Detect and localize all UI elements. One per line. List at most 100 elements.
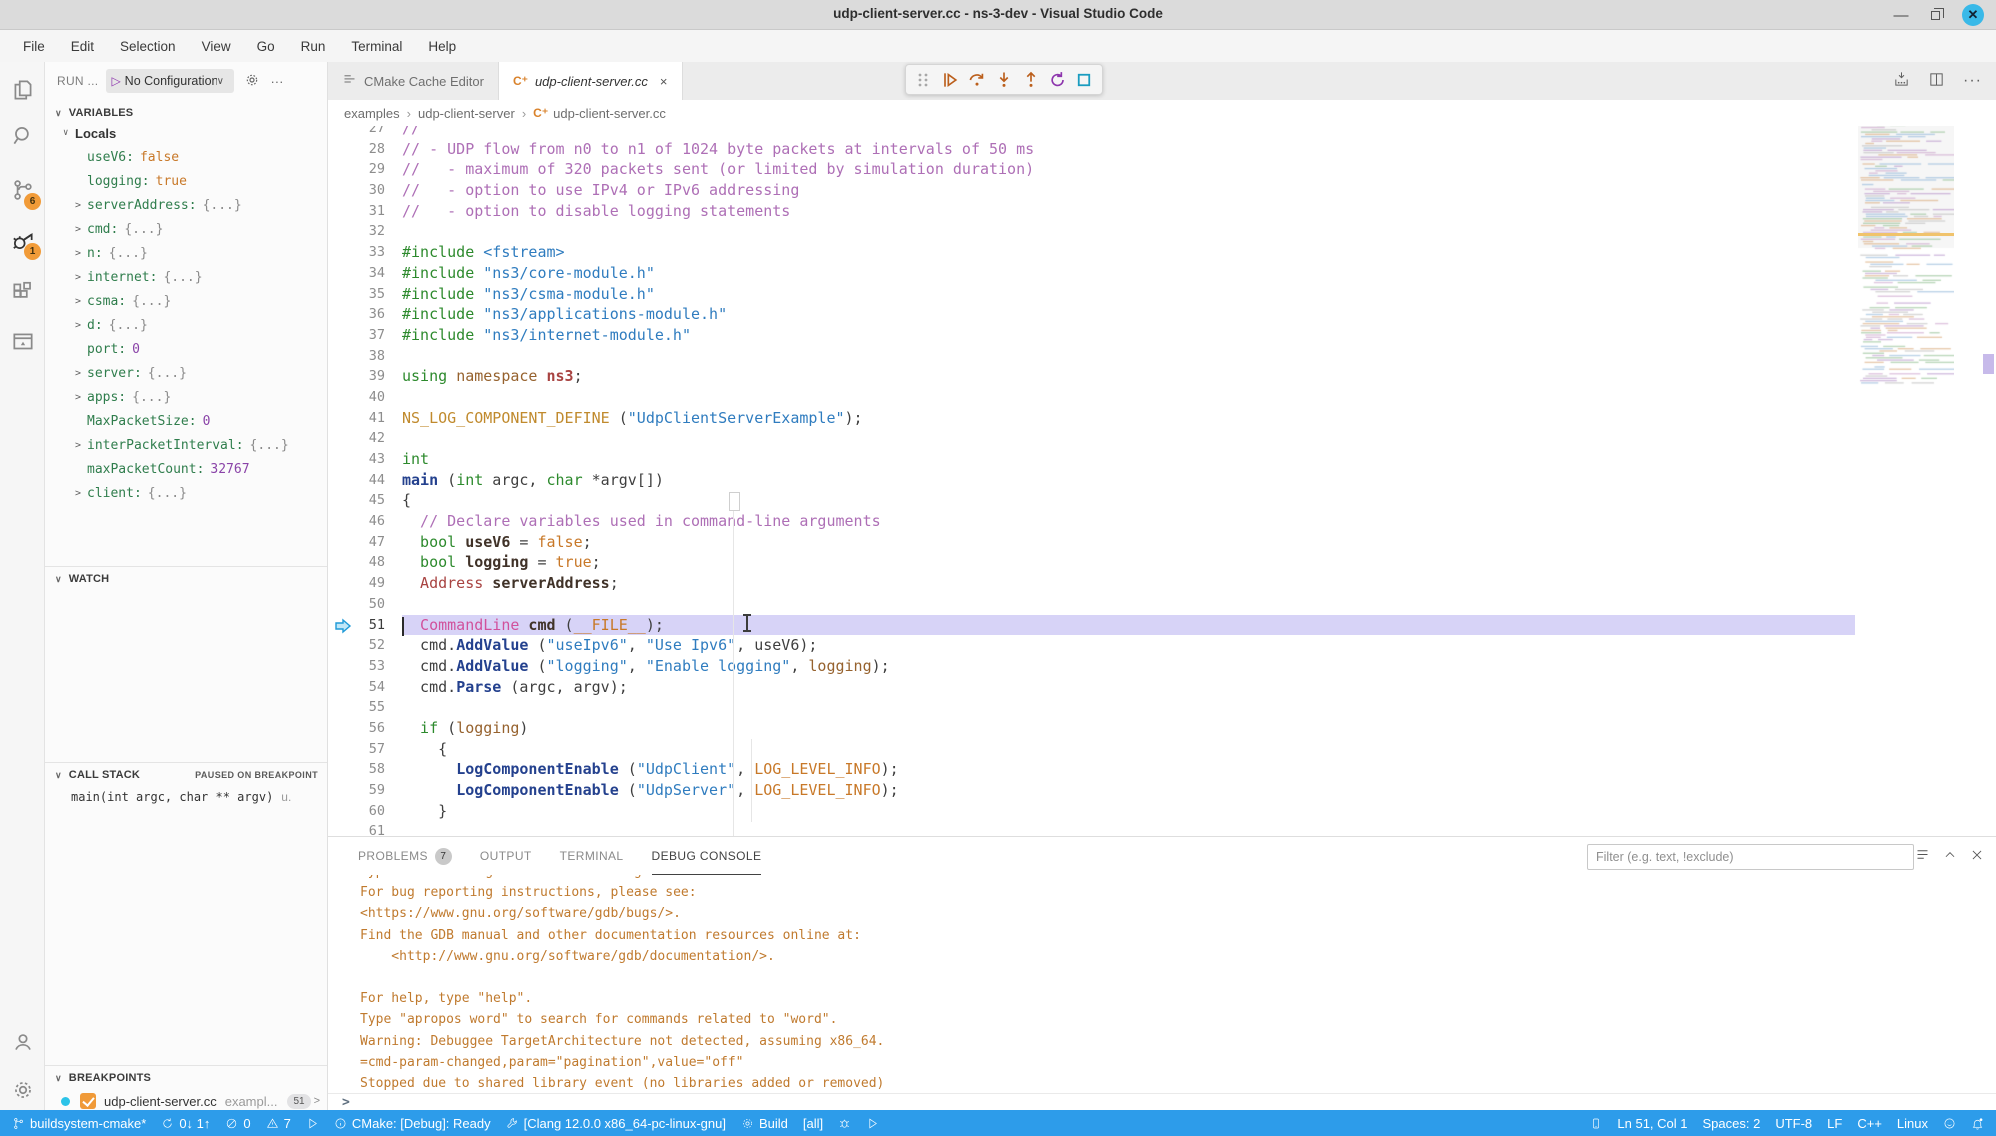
line-number[interactable]: 30 bbox=[328, 180, 385, 201]
line-number[interactable]: 60 bbox=[328, 801, 385, 822]
code-line-41[interactable]: 41NS_LOG_COMPONENT_DEFINE ("UdpClientSer… bbox=[328, 408, 1996, 429]
line-number[interactable]: 47 bbox=[328, 532, 385, 553]
sidebar-item-extensions[interactable] bbox=[0, 270, 45, 314]
status-play[interactable] bbox=[866, 1117, 879, 1130]
code-line-39[interactable]: 39using namespace ns3; bbox=[328, 366, 1996, 387]
status-bug[interactable] bbox=[838, 1117, 851, 1130]
line-number[interactable]: 32 bbox=[328, 221, 385, 242]
status-utf-8[interactable]: UTF-8 bbox=[1775, 1116, 1812, 1131]
menu-item-selection[interactable]: Selection bbox=[109, 35, 187, 58]
tab-terminal[interactable]: TERMINAL bbox=[560, 837, 624, 875]
variable-row-n[interactable]: >n:{...} bbox=[45, 241, 328, 265]
code-line-28[interactable]: 28// - UDP flow from n0 to n1 of 1024 by… bbox=[328, 139, 1996, 160]
status-lf[interactable]: LF bbox=[1827, 1116, 1842, 1131]
menu-item-help[interactable]: Help bbox=[417, 35, 467, 58]
status-info[interactable]: CMake: [Debug]: Ready bbox=[334, 1116, 491, 1131]
line-number[interactable]: 41 bbox=[328, 408, 385, 429]
line-number[interactable]: 53 bbox=[328, 656, 385, 677]
restore-button[interactable] bbox=[1924, 4, 1946, 26]
code-line-44[interactable]: 44main (int argc, char *argv[]) bbox=[328, 470, 1996, 491]
tab-debug-console[interactable]: DEBUG CONSOLE bbox=[652, 837, 762, 875]
debug-continue-button[interactable] bbox=[938, 68, 962, 92]
line-number[interactable]: 33 bbox=[328, 242, 385, 263]
tab-udp-client-server[interactable]: C⁺ udp-client-server.cc × bbox=[499, 62, 683, 100]
breadcrumb-file[interactable]: udp-client-server.cc bbox=[553, 106, 666, 121]
breakpoint-checkbox[interactable] bbox=[80, 1093, 96, 1109]
variables-scope-locals[interactable]: ∨Locals bbox=[45, 121, 328, 145]
line-number[interactable]: 58 bbox=[328, 759, 385, 780]
clear-console-icon[interactable] bbox=[1915, 847, 1930, 865]
code-line-34[interactable]: 34#include "ns3/core-module.h" bbox=[328, 263, 1996, 284]
code-line-33[interactable]: 33#include <fstream> bbox=[328, 242, 1996, 263]
line-number[interactable]: 37 bbox=[328, 325, 385, 346]
variable-row-logging[interactable]: logging:true bbox=[45, 169, 328, 193]
status-error[interactable]: 0 bbox=[225, 1116, 250, 1131]
debug-settings-gear[interactable] bbox=[244, 72, 260, 91]
code-line-55[interactable]: 55 bbox=[328, 697, 1996, 718]
debug-console-input-row[interactable]: > bbox=[328, 1093, 1996, 1111]
account-button[interactable] bbox=[0, 1020, 45, 1064]
code-line-49[interactable]: 49 Address serverAddress; bbox=[328, 573, 1996, 594]
minimap[interactable] bbox=[1858, 126, 1954, 386]
code-line-59[interactable]: 59 LogComponentEnable ("UdpServer", LOG_… bbox=[328, 780, 1996, 801]
code-line-52[interactable]: 52 cmd.AddValue ("useIpv6", "Use Ipv6", … bbox=[328, 635, 1996, 656]
code-line-42[interactable]: 42 bbox=[328, 428, 1996, 449]
sidebar-item-run-and-debug[interactable]: 1 bbox=[0, 218, 45, 262]
code-line-29[interactable]: 29// - maximum of 320 packets sent (or l… bbox=[328, 159, 1996, 180]
code-line-48[interactable]: 48 bool logging = true; bbox=[328, 552, 1996, 573]
status-warning[interactable]: 7 bbox=[266, 1116, 291, 1131]
line-number[interactable]: 61 bbox=[328, 821, 385, 836]
variable-row-port[interactable]: port:0 bbox=[45, 337, 328, 361]
split-editor-icon[interactable] bbox=[1928, 71, 1945, 91]
more-actions-button[interactable]: ··· bbox=[270, 74, 283, 89]
code-editor[interactable]: 27//28// - UDP flow from n0 to n1 of 102… bbox=[328, 126, 1996, 836]
variable-row-csma[interactable]: >csma:{...} bbox=[45, 289, 328, 313]
close-window-button[interactable]: ✕ bbox=[1962, 4, 1984, 26]
code-line-50[interactable]: 50 bbox=[328, 594, 1996, 615]
code-line-53[interactable]: 53 cmd.AddValue ("logging", "Enable logg… bbox=[328, 656, 1996, 677]
line-number[interactable]: 52 bbox=[328, 635, 385, 656]
debug-step-over-button[interactable] bbox=[965, 68, 989, 92]
run-below-icon[interactable] bbox=[1893, 71, 1910, 91]
menu-item-run[interactable]: Run bbox=[290, 35, 337, 58]
line-number[interactable]: 57 bbox=[328, 739, 385, 760]
code-line-30[interactable]: 30// - option to use IPv4 or IPv6 addres… bbox=[328, 180, 1996, 201]
line-number[interactable]: 46 bbox=[328, 511, 385, 532]
code-line-51[interactable]: 51 CommandLine cmd (__FILE__); bbox=[328, 615, 1996, 636]
line-number[interactable]: 55 bbox=[328, 697, 385, 718]
tab-output[interactable]: OUTPUT bbox=[480, 837, 532, 875]
line-number[interactable]: 49 bbox=[328, 573, 385, 594]
variable-row-serverAddress[interactable]: >serverAddress:{...} bbox=[45, 193, 328, 217]
debug-configuration-dropdown[interactable]: ▷ No Configurations ∨ bbox=[106, 69, 234, 93]
toolbar-drag-grip[interactable] bbox=[911, 68, 935, 92]
minimize-button[interactable]: — bbox=[1890, 4, 1912, 26]
variable-row-internet[interactable]: >internet:{...} bbox=[45, 265, 328, 289]
line-number[interactable]: 48 bbox=[328, 552, 385, 573]
status-gear[interactable]: Build bbox=[741, 1116, 788, 1131]
code-line-43[interactable]: 43int bbox=[328, 449, 1996, 470]
code-line-60[interactable]: 60 } bbox=[328, 801, 1996, 822]
variable-row-client[interactable]: >client:{...} bbox=[45, 481, 328, 505]
debug-console-output[interactable]: Type "show configuration" for configurat… bbox=[328, 875, 1996, 1093]
sidebar-item-search[interactable] bbox=[0, 114, 45, 158]
settings-button[interactable] bbox=[0, 1068, 45, 1112]
variable-row-apps[interactable]: >apps:{...} bbox=[45, 385, 328, 409]
status-wrench[interactable]: [Clang 12.0.0 x86_64-pc-linux-gnu] bbox=[506, 1116, 726, 1131]
menu-item-terminal[interactable]: Terminal bbox=[340, 35, 413, 58]
status-ln-51-col-1[interactable]: Ln 51, Col 1 bbox=[1617, 1116, 1687, 1131]
code-line-31[interactable]: 31// - option to disable logging stateme… bbox=[328, 201, 1996, 222]
watch-section-header[interactable]: ∨ WATCH bbox=[45, 567, 328, 591]
debug-step-out-button[interactable] bbox=[1019, 68, 1043, 92]
console-filter-input[interactable] bbox=[1587, 844, 1914, 870]
line-number[interactable]: 38 bbox=[328, 346, 385, 367]
code-line-37[interactable]: 37#include "ns3/internet-module.h" bbox=[328, 325, 1996, 346]
line-number[interactable]: 56 bbox=[328, 718, 385, 739]
status-sync[interactable]: 0↓ 1↑ bbox=[161, 1116, 210, 1131]
breadcrumb-folder[interactable]: examples bbox=[344, 106, 400, 121]
sidebar-item-panel-view[interactable] bbox=[0, 320, 45, 364]
tab-problems[interactable]: PROBLEMS 7 bbox=[358, 837, 452, 875]
code-line-27[interactable]: 27// bbox=[328, 126, 1996, 139]
status-branch[interactable]: buildsystem-cmake* bbox=[12, 1116, 146, 1131]
code-line-47[interactable]: 47 bool useV6 = false; bbox=[328, 532, 1996, 553]
code-line-58[interactable]: 58 LogComponentEnable ("UdpClient", LOG_… bbox=[328, 759, 1996, 780]
